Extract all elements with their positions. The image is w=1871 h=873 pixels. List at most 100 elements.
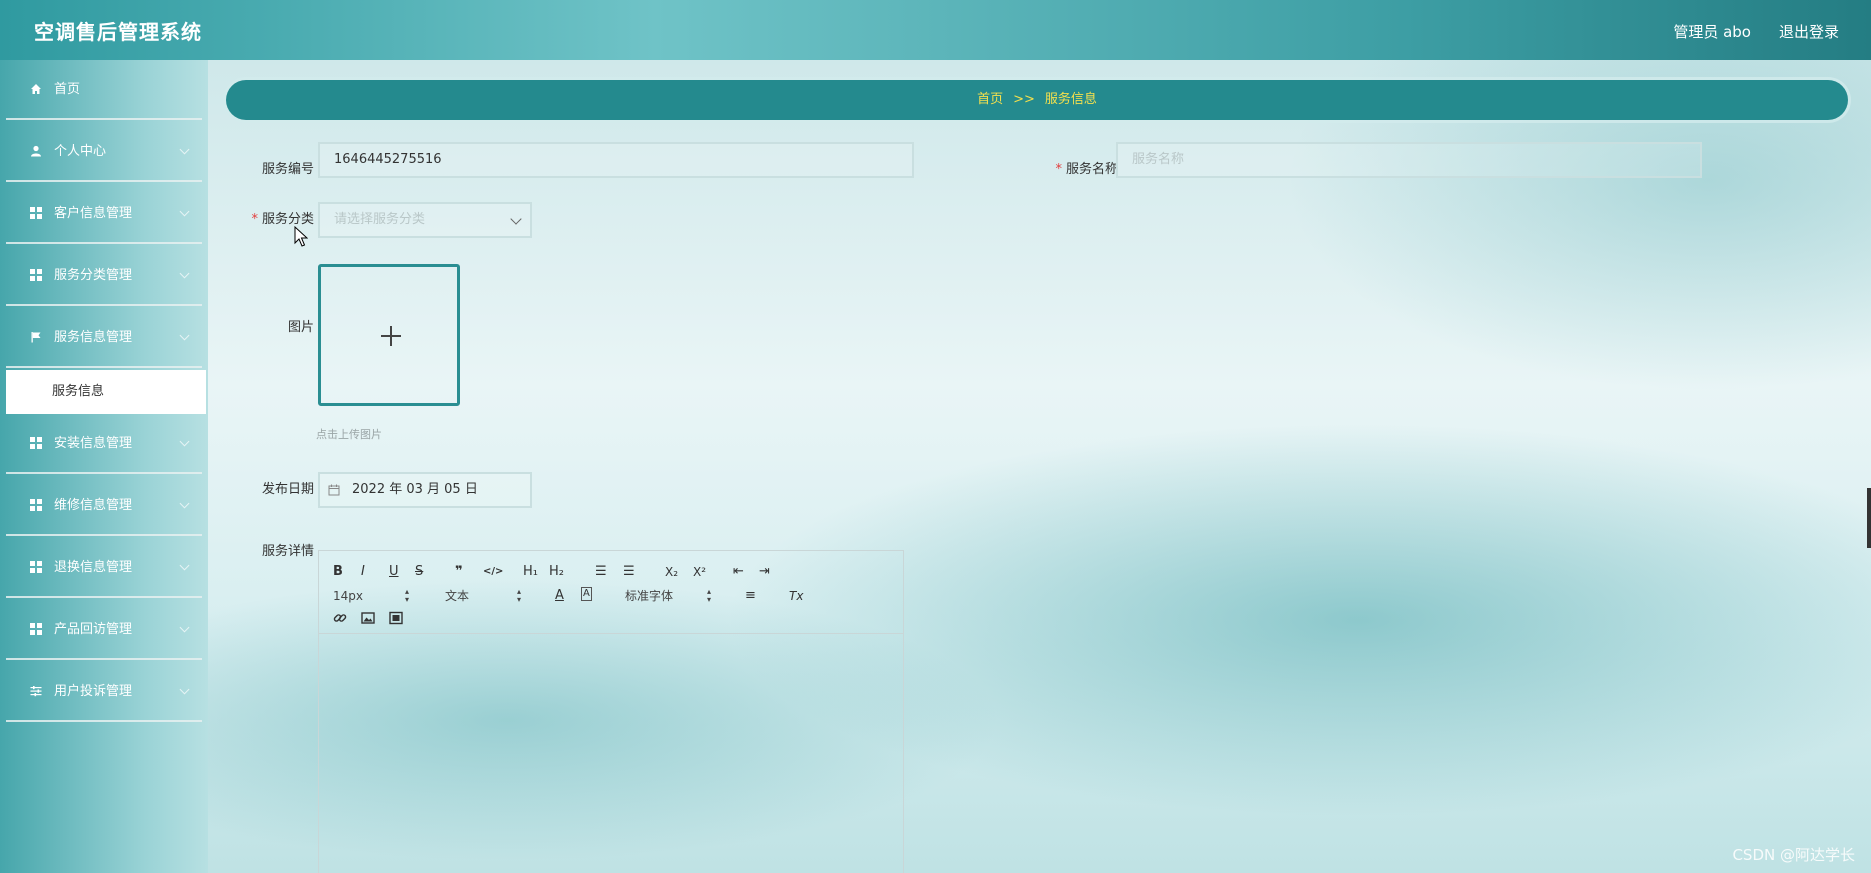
main-content: 首页 >> 服务信息 服务编号 1646445275516 * 服务名称 服务名称 *… <box>208 60 1871 873</box>
watermark: CSDN @阿达学长 <box>1732 846 1855 864</box>
service-no-label: 服务编号 <box>261 162 314 177</box>
chevron-down-icon <box>179 144 190 155</box>
breadcrumb-separator: >> <box>1013 92 1035 107</box>
sidebar-item-service-category[interactable]: 服务分类管理 <box>6 246 202 306</box>
updown-icon: ▴ ▾ <box>707 587 712 604</box>
top-header: 空调售后管理系统 管理员 abo 退出登录 <box>0 0 1871 60</box>
breadcrumb-current: 服务信息 <box>1044 92 1097 107</box>
app-title: 空调售后管理系统 <box>34 20 202 44</box>
font-size-picker[interactable]: 14px ▴ ▾ <box>333 587 413 605</box>
sidebar-item-profile[interactable]: 个人中心 <box>6 122 202 182</box>
subscript-button[interactable]: X₂ <box>665 563 678 581</box>
strike-button[interactable]: S <box>415 563 423 581</box>
font-color-button[interactable]: A <box>555 587 564 605</box>
breadcrumb-home[interactable]: 首页 <box>977 92 1003 107</box>
italic-button[interactable]: I <box>361 563 365 581</box>
sidebar-item-complaints[interactable]: 用户投诉管理 <box>6 662 202 722</box>
required-marker: * <box>251 212 258 227</box>
video-insert-icon[interactable] <box>389 611 403 631</box>
scrollbar-thumb[interactable] <box>1867 488 1871 548</box>
sliders-icon <box>30 685 42 697</box>
grid-icon <box>30 623 42 635</box>
chevron-down-icon <box>179 684 190 695</box>
image-label: 图片 <box>287 320 314 335</box>
sidebar-item-label: 首页 <box>54 82 81 97</box>
bullet-list-button[interactable]: ☰ <box>623 563 635 581</box>
align-button[interactable]: ≡ <box>745 587 756 605</box>
grid-icon <box>30 561 42 573</box>
indent-button[interactable]: ⇥ <box>759 563 770 581</box>
home-icon <box>30 83 42 95</box>
chevron-down-icon <box>179 268 190 279</box>
outdent-button[interactable]: ⇤ <box>733 563 744 581</box>
chevron-down-icon <box>179 206 190 217</box>
sidebar-item-label: 退换信息管理 <box>54 560 133 575</box>
sidebar-item-service-info[interactable]: 服务信息管理 <box>6 308 202 368</box>
sidebar-item-followup[interactable]: 产品回访管理 <box>6 600 202 660</box>
sidebar-item-customers[interactable]: 客户信息管理 <box>6 184 202 244</box>
logout-button[interactable]: 退出登录 <box>1779 0 1839 64</box>
user-icon <box>30 145 42 157</box>
underline-button[interactable]: U <box>389 563 399 581</box>
breadcrumb: 首页 >> 服务信息 <box>226 80 1848 120</box>
current-user-label: 管理员 abo <box>1673 23 1751 41</box>
updown-icon: ▴ ▾ <box>517 587 522 604</box>
service-name-input[interactable]: 服务名称 <box>1116 142 1702 178</box>
chevron-down-icon <box>179 330 190 341</box>
heading2-button[interactable]: H₂ <box>549 563 564 581</box>
editor-toolbar: B I U S ❞ </> H₁ H₂ ☰ ☰ X₂ X² ⇤ ⇥ 14px ▴… <box>319 551 903 634</box>
bold-button[interactable]: B <box>333 563 343 581</box>
font-family-picker[interactable]: 标准字体 ▴ ▾ <box>625 587 715 605</box>
chevron-down-icon <box>179 560 190 571</box>
text-type-value: 文本 <box>445 589 470 603</box>
sidebar-item-repair[interactable]: 维修信息管理 <box>6 476 202 536</box>
image-upload-box[interactable] <box>318 264 460 406</box>
sidebar: 首页 个人中心 客户信息管理 服务分类管理 服务信息管理 服务信息 安装信息管理 <box>0 60 208 873</box>
publish-date-label: 发布日期 <box>261 482 314 497</box>
calendar-icon <box>328 484 340 496</box>
blockquote-button[interactable]: ❞ <box>455 563 463 581</box>
font-size-value: 14px <box>333 589 363 603</box>
required-marker: * <box>1055 162 1062 177</box>
link-icon[interactable] <box>333 611 347 631</box>
rich-text-editor[interactable]: B I U S ❞ </> H₁ H₂ ☰ ☰ X₂ X² ⇤ ⇥ 14px ▴… <box>318 550 904 873</box>
sidebar-item-installation[interactable]: 安装信息管理 <box>6 414 202 474</box>
updown-icon: ▴ ▾ <box>405 587 410 604</box>
sidebar-item-label: 安装信息管理 <box>54 436 133 451</box>
image-insert-icon[interactable] <box>361 611 375 631</box>
flag-icon <box>30 331 42 343</box>
font-family-value: 标准字体 <box>625 589 674 603</box>
mouse-cursor-icon <box>294 226 308 247</box>
grid-icon <box>30 499 42 511</box>
background-color-button[interactable]: A <box>581 587 592 601</box>
publish-date-input[interactable]: 2022 年 03 月 05 日 <box>318 472 532 508</box>
clean-format-button[interactable]: Tx <box>789 587 803 605</box>
service-detail-label: 服务详情 <box>261 544 314 559</box>
sidebar-subitem-label: 服务信息 <box>52 384 105 399</box>
ordered-list-button[interactable]: ☰ <box>595 563 607 581</box>
grid-icon <box>30 437 42 449</box>
sidebar-item-label: 维修信息管理 <box>54 498 133 513</box>
chevron-down-icon <box>179 622 190 633</box>
plus-icon-vertical <box>390 326 392 346</box>
chevron-down-icon <box>179 498 190 509</box>
service-category-select[interactable]: 请选择服务分类 <box>318 202 532 238</box>
sidebar-item-home[interactable]: 首页 <box>6 60 202 120</box>
sidebar-item-label: 产品回访管理 <box>54 622 133 637</box>
text-type-picker[interactable]: 文本 ▴ ▾ <box>445 587 525 605</box>
sidebar-item-label: 个人中心 <box>54 144 107 159</box>
sidebar-item-label: 用户投诉管理 <box>54 684 133 699</box>
superscript-button[interactable]: X² <box>693 563 706 581</box>
sidebar-item-label: 客户信息管理 <box>54 206 133 221</box>
sidebar-item-returns[interactable]: 退换信息管理 <box>6 538 202 598</box>
sidebar-subitem-service-info[interactable]: 服务信息 <box>6 370 206 414</box>
grid-icon <box>30 269 42 281</box>
grid-icon <box>30 207 42 219</box>
service-name-label: * 服务名称 <box>1055 162 1118 177</box>
upload-hint: 点击上传图片 <box>316 428 382 441</box>
code-block-button[interactable]: </> <box>483 563 503 581</box>
service-no-input[interactable]: 1646445275516 <box>318 142 914 178</box>
chevron-down-icon <box>179 436 190 447</box>
sidebar-item-label: 服务分类管理 <box>54 268 133 283</box>
heading1-button[interactable]: H₁ <box>523 563 538 581</box>
